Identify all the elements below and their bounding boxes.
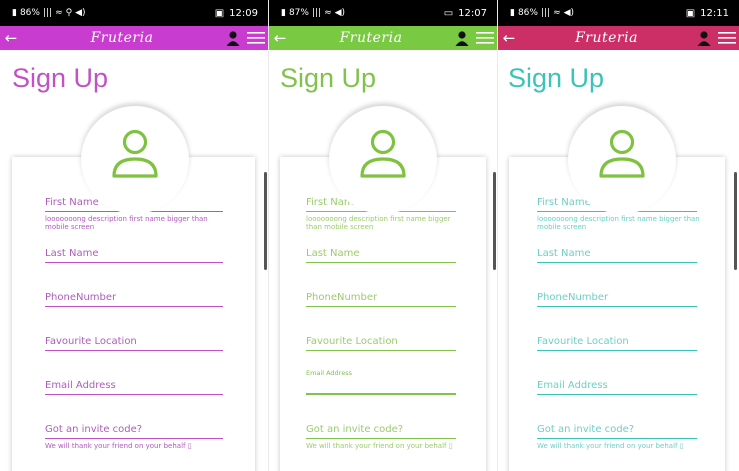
favourite-location-field[interactable]: Favourite Location: [537, 335, 697, 351]
email-address-field[interactable]: Email Address: [537, 379, 697, 395]
battery-icon: ▮: [281, 8, 286, 18]
account-icon[interactable]: [693, 26, 715, 50]
phone-number-field[interactable]: PhoneNumber: [306, 291, 456, 307]
last-name-field[interactable]: Last Name: [306, 247, 456, 263]
favourite-location-field[interactable]: Favourite Location: [45, 335, 223, 351]
cast-icon: ▭: [443, 7, 454, 19]
profile-icon[interactable]: [597, 128, 647, 180]
brand-logo: Fruteria: [90, 30, 154, 46]
profile-icon[interactable]: [358, 128, 408, 180]
location-icon: ⚲ ◀): [65, 8, 86, 18]
profile-icon[interactable]: [110, 128, 160, 180]
email-address-field[interactable]: Email Address: [45, 379, 223, 395]
back-arrow-icon[interactable]: ←: [269, 26, 291, 50]
favourite-location-field[interactable]: Favourite Location: [306, 335, 456, 351]
first-name-description: looooooong description first name bigger…: [537, 215, 700, 231]
wifi-icon: ≈: [324, 8, 332, 18]
brand-logo: Fruteria: [575, 30, 638, 46]
invite-code-description: We will thank your friend on your behalf…: [537, 442, 684, 450]
hamburger-menu-icon[interactable]: [244, 26, 268, 50]
first-name-description: looooooong description first name bigger…: [306, 215, 451, 231]
status-bar: ▮ 86% ||| ≈ ◀) ▣ 12:11: [498, 0, 739, 26]
last-name-field[interactable]: Last Name: [45, 247, 223, 263]
email-address-label: Email Address: [306, 369, 352, 377]
battery-icon: ▮: [510, 8, 515, 18]
phone-number-field[interactable]: PhoneNumber: [45, 291, 223, 307]
scrollbar[interactable]: [264, 172, 267, 270]
wifi-icon: ≈: [553, 8, 561, 18]
brand-logo: Fruteria: [339, 30, 403, 46]
clock: 12:09: [229, 7, 258, 19]
back-arrow-icon[interactable]: ←: [0, 26, 22, 50]
signal-icon: |||: [42, 8, 53, 18]
invite-code-description: We will thank your friend on your behalf…: [45, 442, 192, 450]
page-title: Sign Up: [280, 63, 377, 93]
mute-icon: ◀): [334, 8, 346, 18]
image-icon: ▣: [685, 7, 696, 19]
hamburger-menu-icon[interactable]: [715, 26, 739, 50]
screen-pink: ▮ 86% ||| ≈ ⚲ ◀) ▣ 12:09 ← Fruteria Sign…: [0, 0, 268, 471]
scrollbar[interactable]: [493, 172, 496, 270]
battery-level: 87%: [288, 8, 309, 18]
screen-teal: ▮ 86% ||| ≈ ◀) ▣ 12:11 ← Fruteria Sign U…: [498, 0, 739, 471]
signal-icon: |||: [540, 8, 551, 18]
invite-code-field[interactable]: Got an invite code?: [45, 423, 223, 439]
status-bar: ▮ 86% ||| ≈ ⚲ ◀) ▣ 12:09: [0, 0, 268, 26]
status-bar: ▮ 87% ||| ≈ ◀) ▭ 12:07: [269, 0, 497, 26]
last-name-field[interactable]: Last Name: [537, 247, 697, 263]
battery-level: 86%: [19, 8, 40, 18]
invite-code-field[interactable]: Got an invite code?: [306, 423, 456, 439]
app-bar: ← Fruteria: [0, 26, 268, 50]
hamburger-menu-icon[interactable]: [473, 26, 497, 50]
account-icon[interactable]: [451, 26, 473, 50]
battery-level: 86%: [517, 8, 538, 18]
scrollbar[interactable]: [734, 172, 737, 270]
wifi-icon: ≈: [55, 8, 63, 18]
first-name-description: looooooong description first name bigger…: [45, 215, 208, 231]
mute-icon: ◀): [563, 8, 575, 18]
image-icon: ▣: [214, 7, 225, 19]
screen-green: ▮ 87% ||| ≈ ◀) ▭ 12:07 ← Fruteria Sign U…: [269, 0, 497, 471]
back-arrow-icon[interactable]: ←: [498, 26, 520, 50]
app-bar: ← Fruteria: [498, 26, 739, 50]
invite-code-description: We will thank your friend on your behalf…: [306, 442, 453, 450]
email-address-field[interactable]: [306, 380, 456, 395]
clock: 12:11: [700, 7, 729, 19]
battery-icon: ▮: [12, 8, 17, 18]
page-title: Sign Up: [508, 63, 605, 93]
clock: 12:07: [458, 7, 487, 19]
page-title: Sign Up: [12, 63, 109, 93]
invite-code-field[interactable]: Got an invite code?: [537, 423, 697, 439]
app-bar: ← Fruteria: [269, 26, 497, 50]
phone-number-field[interactable]: PhoneNumber: [537, 291, 697, 307]
account-icon[interactable]: [222, 26, 244, 50]
signal-icon: |||: [311, 8, 322, 18]
